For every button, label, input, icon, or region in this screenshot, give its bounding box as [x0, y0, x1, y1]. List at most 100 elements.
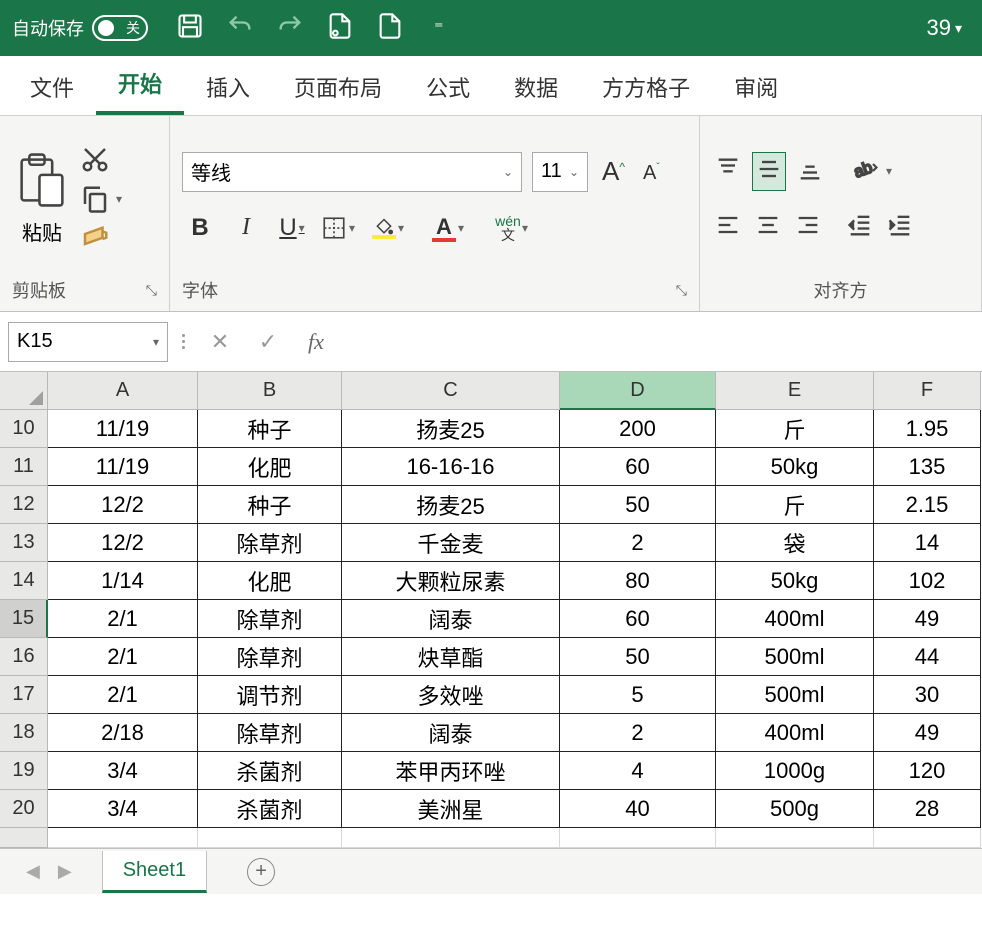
copy-button[interactable]: ▾	[80, 184, 122, 214]
row-header[interactable]: 18	[0, 714, 48, 752]
cell[interactable]: 49	[874, 714, 981, 752]
row-header[interactable]: 15	[0, 600, 48, 638]
cell[interactable]: 扬麦25	[342, 410, 560, 448]
cell[interactable]: 袋	[716, 524, 874, 562]
cell[interactable]: 14	[874, 524, 981, 562]
cell[interactable]: 1.95	[874, 410, 981, 448]
cell[interactable]: 2.15	[874, 486, 981, 524]
cell[interactable]: 除草剂	[198, 714, 342, 752]
cell[interactable]: 50kg	[716, 448, 874, 486]
cell[interactable]: 30	[874, 676, 981, 714]
cell[interactable]: 200	[560, 410, 716, 448]
sheet-nav-prev[interactable]: ◀	[26, 861, 40, 882]
tab-data[interactable]: 数据	[492, 59, 580, 115]
cell[interactable]: 阔泰	[342, 714, 560, 752]
font-launcher[interactable]: ⤡	[676, 282, 687, 299]
cell[interactable]: 化肥	[198, 562, 342, 600]
cell[interactable]: 102	[874, 562, 981, 600]
font-color-button[interactable]: A ▾	[426, 210, 462, 246]
cell[interactable]: 3/4	[48, 752, 198, 790]
cell[interactable]: 40	[560, 790, 716, 828]
cell[interactable]: 12/2	[48, 524, 198, 562]
cell[interactable]: 除草剂	[198, 524, 342, 562]
bold-button[interactable]: B	[182, 210, 218, 246]
row-header[interactable]: 14	[0, 562, 48, 600]
cell[interactable]: 49	[874, 600, 981, 638]
increase-font-button[interactable]: A^	[598, 156, 629, 187]
cell[interactable]: 4	[560, 752, 716, 790]
tab-review[interactable]: 审阅	[712, 59, 800, 115]
cancel-formula-button[interactable]: ✕	[200, 322, 240, 362]
cell[interactable]: 多效唑	[342, 676, 560, 714]
increase-indent-button[interactable]	[884, 209, 916, 246]
autosave-toggle[interactable]: 自动保存 关	[12, 15, 148, 41]
row-header[interactable]: 16	[0, 638, 48, 676]
cell[interactable]: 炔草酯	[342, 638, 560, 676]
format-painter-button[interactable]	[80, 224, 122, 254]
zoom-display[interactable]: 39 ▾	[926, 15, 962, 41]
sheet-nav-next[interactable]: ▶	[58, 861, 72, 882]
cell[interactable]: 除草剂	[198, 638, 342, 676]
cell[interactable]: 除草剂	[198, 600, 342, 638]
cell[interactable]: 化肥	[198, 448, 342, 486]
cell[interactable]: 80	[560, 562, 716, 600]
cell[interactable]: 28	[874, 790, 981, 828]
cell[interactable]: 11/19	[48, 410, 198, 448]
name-box[interactable]: K15 ▾	[8, 322, 168, 362]
align-left-button[interactable]	[712, 209, 744, 246]
orientation-button[interactable]: ab ▾	[852, 157, 892, 185]
align-center-button[interactable]	[752, 209, 784, 246]
toggle-switch[interactable]: 关	[92, 15, 148, 41]
cell[interactable]: 种子	[198, 486, 342, 524]
tab-insert[interactable]: 插入	[184, 59, 272, 115]
cell[interactable]: 大颗粒尿素	[342, 562, 560, 600]
cell[interactable]: 1/14	[48, 562, 198, 600]
cell[interactable]: 500ml	[716, 638, 874, 676]
file-icon-2[interactable]	[376, 12, 404, 45]
decrease-font-button[interactable]: Aˇ	[639, 158, 664, 186]
cell[interactable]: 1000g	[716, 752, 874, 790]
italic-button[interactable]: I	[228, 210, 264, 246]
tab-file[interactable]: 文件	[8, 59, 96, 115]
align-middle-button[interactable]	[752, 152, 786, 191]
cell[interactable]: 11/19	[48, 448, 198, 486]
row-header[interactable]: 19	[0, 752, 48, 790]
cell[interactable]: 千金麦	[342, 524, 560, 562]
cell[interactable]: 种子	[198, 410, 342, 448]
cell[interactable]: 60	[560, 600, 716, 638]
cell[interactable]: 3/4	[48, 790, 198, 828]
add-sheet-button[interactable]: +	[247, 858, 275, 886]
cell[interactable]: 2/18	[48, 714, 198, 752]
tab-ffgz[interactable]: 方方格子	[580, 59, 712, 115]
cell[interactable]: 120	[874, 752, 981, 790]
file-icon-1[interactable]	[326, 12, 354, 45]
cell[interactable]: 400ml	[716, 600, 874, 638]
col-header-F[interactable]: F	[874, 372, 981, 410]
insert-function-button[interactable]: fx	[296, 322, 336, 362]
decrease-indent-button[interactable]	[844, 209, 876, 246]
row-header[interactable]: 17	[0, 676, 48, 714]
row-header[interactable]: 20	[0, 790, 48, 828]
cell[interactable]: 斤	[716, 486, 874, 524]
cell[interactable]: 斤	[716, 410, 874, 448]
row-header[interactable]: 11	[0, 448, 48, 486]
row-header[interactable]: 10	[0, 410, 48, 448]
tab-formulas[interactable]: 公式	[404, 59, 492, 115]
sheet-tab-1[interactable]: Sheet1	[102, 851, 207, 893]
cell[interactable]: 苯甲丙环唑	[342, 752, 560, 790]
cell[interactable]: 50	[560, 638, 716, 676]
font-name-select[interactable]: 等线 ⌄	[182, 152, 522, 192]
formula-input[interactable]	[344, 322, 974, 362]
cell[interactable]: 60	[560, 448, 716, 486]
col-header-D[interactable]: D	[560, 372, 716, 410]
cell[interactable]: 500g	[716, 790, 874, 828]
cell[interactable]: 2	[560, 524, 716, 562]
cell[interactable]: 扬麦25	[342, 486, 560, 524]
cell[interactable]: 50kg	[716, 562, 874, 600]
row-header[interactable]: 12	[0, 486, 48, 524]
cell[interactable]: 调节剂	[198, 676, 342, 714]
cell[interactable]: 杀菌剂	[198, 752, 342, 790]
cell[interactable]: 16-16-16	[342, 448, 560, 486]
col-header-C[interactable]: C	[342, 372, 560, 410]
cell[interactable]: 阔泰	[342, 600, 560, 638]
